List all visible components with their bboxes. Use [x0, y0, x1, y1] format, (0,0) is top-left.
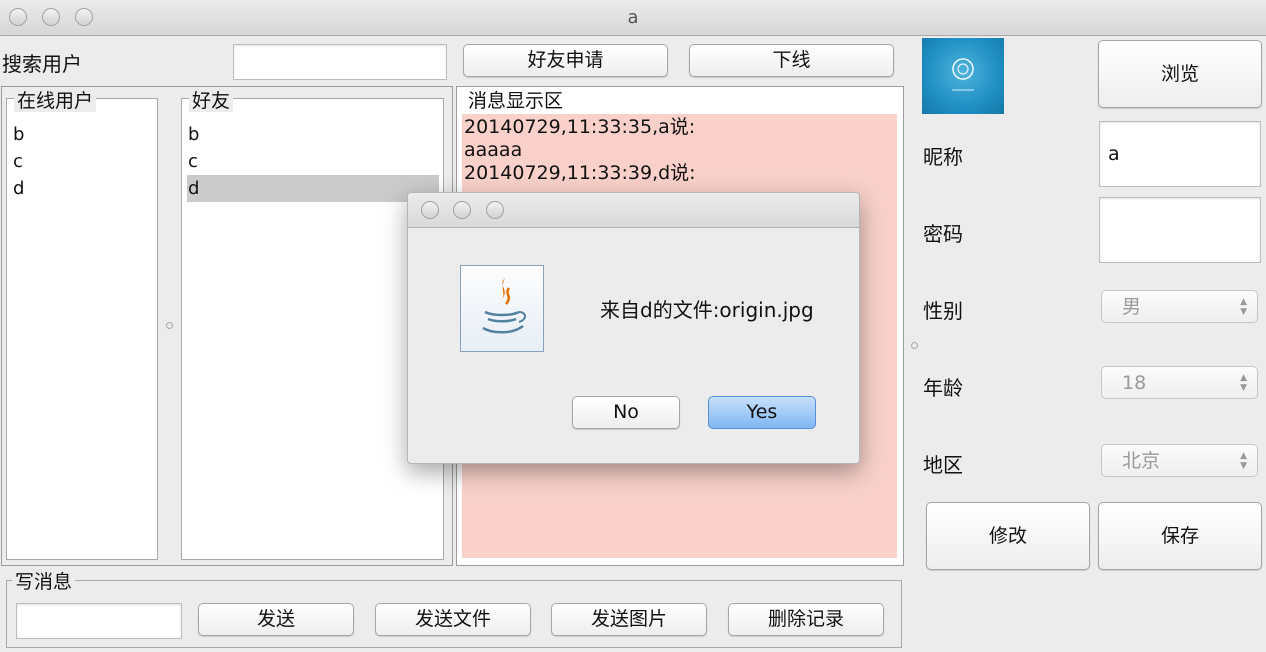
region-value: 北京 [1122, 450, 1161, 472]
message-input[interactable] [16, 603, 182, 639]
save-button[interactable]: 保存 [1098, 502, 1262, 570]
send-button[interactable]: 发送 [198, 603, 354, 636]
gender-label: 性别 [923, 299, 963, 323]
modify-button[interactable]: 修改 [926, 502, 1090, 570]
compose-title: 写消息 [12, 571, 76, 593]
message-line: 20140729,11:33:35,a说: [464, 116, 696, 138]
region-label: 地区 [923, 453, 963, 477]
gender-select[interactable]: 男 ▲ ▼ [1101, 290, 1258, 323]
list-item[interactable]: b [7, 121, 157, 148]
avatar [922, 38, 1004, 114]
java-coffee-icon [460, 265, 544, 352]
age-select[interactable]: 18 ▲ ▼ [1101, 366, 1258, 399]
split-pane-divider[interactable] [166, 322, 173, 329]
delete-history-button[interactable]: 删除记录 [728, 603, 884, 636]
region-select[interactable]: 北京 ▲ ▼ [1101, 444, 1258, 477]
list-item[interactable]: d [7, 175, 157, 202]
search-user-label: 搜索用户 [2, 52, 82, 76]
message-line: aaaaa [464, 139, 523, 161]
password-field[interactable] [1099, 197, 1261, 263]
friends-title: 好友 [189, 90, 234, 112]
dialog-zoom-button[interactable] [486, 201, 504, 219]
list-item[interactable]: b [182, 121, 443, 148]
dialog-close-button[interactable] [421, 201, 439, 219]
age-value: 18 [1122, 372, 1147, 394]
split-pane-divider[interactable] [911, 342, 918, 349]
age-label: 年龄 [923, 376, 963, 400]
title-bar: a [0, 0, 1266, 36]
file-confirm-dialog: 来自d的文件:origin.jpg No Yes [407, 192, 860, 464]
window-title: a [627, 7, 639, 28]
dialog-message: 来自d的文件:origin.jpg [600, 298, 814, 322]
logout-button[interactable]: 下线 [689, 44, 894, 77]
yes-button[interactable]: Yes [708, 396, 816, 429]
avatar-logo-icon [952, 58, 974, 91]
list-item[interactable]: c [182, 148, 443, 175]
password-label: 密码 [923, 222, 963, 246]
send-file-button[interactable]: 发送文件 [375, 603, 531, 636]
updown-arrows-icon: ▲ ▼ [1240, 373, 1247, 393]
message-line: 20140729,11:33:39,d说: [464, 162, 696, 184]
browse-button[interactable]: 浏览 [1098, 40, 1262, 108]
send-image-button[interactable]: 发送图片 [551, 603, 707, 636]
dialog-title-bar [408, 193, 859, 228]
nickname-label: 昵称 [923, 145, 963, 169]
online-users-list[interactable]: b c d [6, 98, 158, 560]
online-users-title: 在线用户 [14, 90, 97, 112]
list-item[interactable]: c [7, 148, 157, 175]
friend-request-button[interactable]: 好友申请 [463, 44, 668, 77]
message-area-title: 消息显示区 [465, 90, 567, 112]
dialog-minimize-button[interactable] [453, 201, 471, 219]
list-item-selected[interactable]: d [187, 175, 439, 202]
nickname-field[interactable]: a [1099, 121, 1261, 187]
updown-arrows-icon: ▲ ▼ [1240, 451, 1247, 471]
friends-list[interactable]: b c d [181, 98, 444, 560]
gender-value: 男 [1122, 296, 1142, 318]
no-button[interactable]: No [572, 396, 680, 429]
search-user-input[interactable] [233, 44, 447, 80]
updown-arrows-icon: ▲ ▼ [1240, 297, 1247, 317]
